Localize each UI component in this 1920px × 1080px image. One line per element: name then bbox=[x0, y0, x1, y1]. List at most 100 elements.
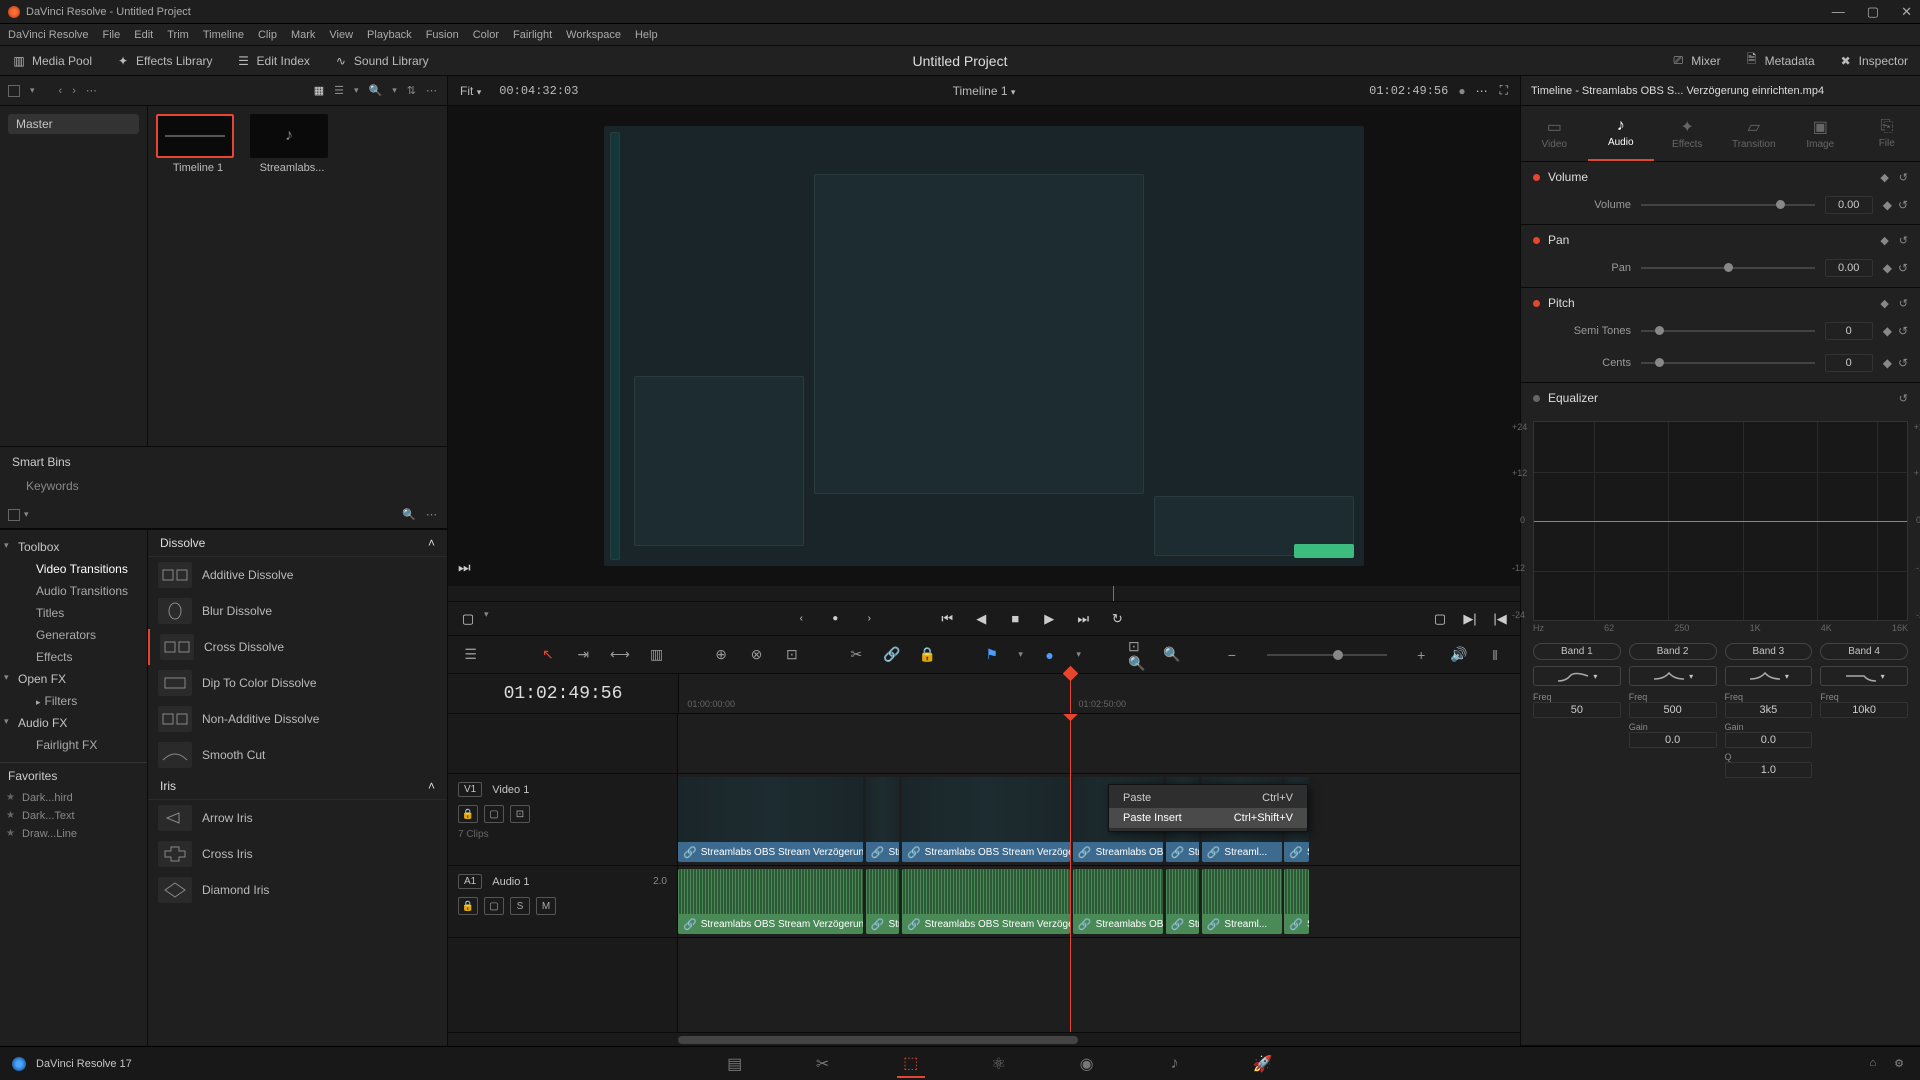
zoom-detail-icon[interactable]: 🔍 bbox=[1163, 644, 1180, 666]
track-thumb-icon[interactable]: ⊡ bbox=[510, 805, 530, 823]
reset-icon[interactable]: ↺ bbox=[1898, 324, 1908, 338]
page-fairlight[interactable]: ♪ bbox=[1161, 1050, 1189, 1078]
cents-slider[interactable] bbox=[1641, 362, 1815, 364]
fav-item[interactable]: Draw...Line bbox=[0, 825, 147, 843]
keyframe-icon[interactable]: ◆ bbox=[1880, 171, 1888, 184]
sound-library-button[interactable]: ∿Sound Library bbox=[322, 46, 441, 76]
tab-effects[interactable]: ✦Effects bbox=[1654, 106, 1721, 161]
toolbox-category[interactable]: Toolbox bbox=[0, 536, 147, 558]
audio-clip[interactable]: 🔗Str... bbox=[1166, 869, 1200, 934]
razor-icon[interactable]: ✂ bbox=[848, 644, 865, 666]
next-edit-icon[interactable]: ▶| bbox=[1460, 609, 1480, 629]
audio-track-body[interactable]: 🔗Streamlabs OBS Stream Verzögerun...🔗Str… bbox=[678, 866, 1520, 937]
effects[interactable]: Effects bbox=[0, 646, 147, 668]
video-clip[interactable]: 🔗Streamlabs OBS Stream Verzögerun... bbox=[678, 777, 863, 862]
audio-clip[interactable]: 🔗Streamlabs OB... bbox=[1073, 869, 1163, 934]
pool-view-icon[interactable] bbox=[8, 85, 20, 97]
jog-icon[interactable]: ● bbox=[825, 609, 845, 629]
fav-item[interactable]: Dark...Text bbox=[0, 807, 147, 825]
media-thumb-timeline1[interactable]: Timeline 1 bbox=[156, 114, 240, 174]
fx-cross-dissolve[interactable]: Cross Dissolve bbox=[148, 629, 447, 665]
page-edit[interactable]: ⬚ bbox=[897, 1050, 925, 1078]
loop-icon[interactable]: ↻ bbox=[1107, 609, 1127, 629]
keyframe-icon[interactable]: ◆ bbox=[1883, 261, 1892, 275]
audio-clip[interactable]: 🔗Stre... bbox=[1284, 869, 1309, 934]
audio-clip[interactable]: 🔗Streamlabs OBS Stream Verzöger... bbox=[902, 869, 1070, 934]
fairlight-fx[interactable]: Fairlight FX bbox=[0, 734, 147, 756]
keywords-bin[interactable]: Keywords bbox=[12, 479, 435, 493]
fx-diamond-iris[interactable]: Diamond Iris bbox=[148, 872, 447, 908]
nav-back-icon[interactable]: ‹ bbox=[59, 85, 63, 97]
pool-view-icon[interactable] bbox=[8, 509, 20, 521]
dynamic-trim-icon[interactable]: ⟷ bbox=[610, 644, 630, 666]
menu-trim[interactable]: Trim bbox=[167, 29, 189, 41]
favorites-header[interactable]: Favorites bbox=[0, 762, 147, 789]
more-icon[interactable]: ⋯ bbox=[426, 84, 439, 97]
reset-icon[interactable]: ↺ bbox=[1898, 356, 1908, 370]
eq-graph[interactable]: +24 +12 0 -12 -24 +24 +12 0 -12 -24 bbox=[1533, 421, 1908, 621]
band-name[interactable]: Band 2 bbox=[1629, 643, 1717, 660]
freq-value[interactable]: 10k0 bbox=[1820, 702, 1908, 718]
openfx-category[interactable]: Open FX bbox=[0, 668, 147, 690]
nav-fwd-icon[interactable]: › bbox=[72, 85, 76, 97]
tab-audio[interactable]: ♪Audio bbox=[1588, 106, 1655, 161]
keyframe-icon[interactable]: ◆ bbox=[1883, 356, 1892, 370]
thumb-grid-icon[interactable]: ▦ bbox=[314, 84, 324, 97]
page-fusion[interactable]: ⚛ bbox=[985, 1050, 1013, 1078]
go-end-icon[interactable]: ⏭ bbox=[1073, 609, 1093, 629]
menu-playback[interactable]: Playback bbox=[367, 29, 412, 41]
marker-icon[interactable]: ● bbox=[1041, 644, 1058, 666]
media-thumb-streamlabs[interactable]: ♪ Streamlabs... bbox=[250, 114, 334, 174]
zoom-in-icon[interactable]: + bbox=[1413, 644, 1430, 666]
cents-value[interactable]: 0 bbox=[1825, 354, 1873, 372]
section-volume[interactable]: Volume bbox=[1548, 170, 1872, 184]
timeline-scrollbar[interactable] bbox=[448, 1032, 1520, 1046]
window-minimize[interactable]: — bbox=[1832, 4, 1845, 20]
play-icon[interactable]: ▶ bbox=[1039, 609, 1059, 629]
filters[interactable]: ▸Filters bbox=[0, 690, 147, 712]
more-icon[interactable]: ⋯ bbox=[86, 84, 99, 97]
chevron-down-icon[interactable]: ▾ bbox=[392, 85, 397, 96]
viewer-scrubber[interactable] bbox=[448, 586, 1520, 602]
menu-fairlight[interactable]: Fairlight bbox=[513, 29, 552, 41]
media-pool-button[interactable]: ▥Media Pool bbox=[0, 46, 104, 76]
menu-paste[interactable]: PasteCtrl+V bbox=[1109, 788, 1307, 808]
keyframe-icon[interactable]: ◆ bbox=[1883, 324, 1892, 338]
page-deliver[interactable]: 🚀 bbox=[1249, 1050, 1277, 1078]
menu-fusion[interactable]: Fusion bbox=[426, 29, 459, 41]
q-value[interactable]: 1.0 bbox=[1725, 762, 1813, 778]
menu-file[interactable]: File bbox=[103, 29, 121, 41]
zoom-out-icon[interactable]: − bbox=[1223, 644, 1240, 666]
gain-value[interactable]: 0.0 bbox=[1725, 732, 1813, 748]
semitones-value[interactable]: 0 bbox=[1825, 322, 1873, 340]
enable-toggle-icon[interactable] bbox=[1533, 395, 1540, 402]
video-clip[interactable]: 🔗Streamlabs OBS Stream Verzöger... bbox=[902, 777, 1070, 862]
menu-davinciresolve[interactable]: DaVinci Resolve bbox=[8, 29, 89, 41]
audio-monitor-icon[interactable]: 🔊 bbox=[1448, 644, 1470, 666]
edit-index-button[interactable]: ☰Edit Index bbox=[225, 46, 322, 76]
reset-icon[interactable]: ↺ bbox=[1899, 392, 1908, 405]
titles[interactable]: Titles bbox=[0, 602, 147, 624]
section-eq[interactable]: Equalizer bbox=[1548, 391, 1891, 405]
fx-arrow-iris[interactable]: Arrow Iris bbox=[148, 800, 447, 836]
iris-category-header[interactable]: Iris˄ bbox=[148, 773, 447, 800]
go-start-icon[interactable]: ⏮ bbox=[937, 609, 957, 629]
section-pitch[interactable]: Pitch bbox=[1548, 296, 1872, 310]
video-transitions[interactable]: Video Transitions bbox=[0, 558, 147, 580]
section-pan[interactable]: Pan bbox=[1548, 233, 1872, 247]
reset-icon[interactable]: ↺ bbox=[1898, 198, 1908, 212]
meters-icon[interactable]: ‖ bbox=[1484, 644, 1506, 666]
reset-icon[interactable]: ↺ bbox=[1899, 297, 1908, 310]
semitones-slider[interactable] bbox=[1641, 330, 1815, 332]
menu-help[interactable]: Help bbox=[635, 29, 658, 41]
menu-paste-insert[interactable]: Paste InsertCtrl+Shift+V bbox=[1109, 808, 1307, 828]
audiofx-category[interactable]: Audio FX bbox=[0, 712, 147, 734]
match-frame-icon[interactable]: ▢ bbox=[1430, 609, 1450, 629]
fav-item[interactable]: Dark...hird bbox=[0, 789, 147, 807]
insert-clip-icon[interactable]: ⊕ bbox=[712, 644, 729, 666]
zoom-slider[interactable] bbox=[1267, 654, 1387, 656]
audio-transitions[interactable]: Audio Transitions bbox=[0, 580, 147, 602]
mixer-button[interactable]: ⎚Mixer bbox=[1659, 46, 1732, 76]
home-icon[interactable]: ⌂ bbox=[1869, 1057, 1876, 1070]
flag-icon[interactable]: ⚑ bbox=[983, 644, 1000, 666]
